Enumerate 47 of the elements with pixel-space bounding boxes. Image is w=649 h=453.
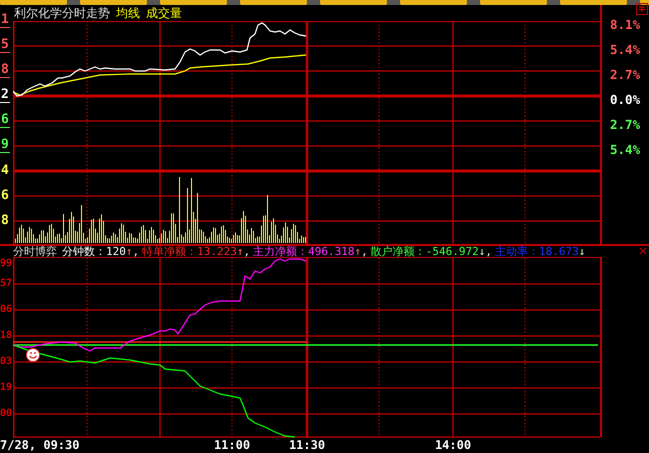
chart-title: 利尔化学分时走势: [14, 4, 110, 22]
legend-label: 成交量: [146, 4, 182, 22]
axis-label: 4: [0, 164, 10, 178]
axis-label: 8: [0, 214, 10, 228]
axis-label: 57: [0, 278, 12, 288]
axis-label: 18: [0, 330, 12, 340]
trend-arrow: ↓: [478, 246, 486, 257]
trend-arrow: ↑: [126, 246, 132, 257]
percent-label: 2.7%: [609, 117, 640, 132]
axis-label: 6: [0, 113, 10, 128]
percent-label: 5.4%: [609, 42, 640, 57]
trend-arrow: ↓: [578, 246, 586, 257]
close-icon[interactable]: [639, 247, 647, 255]
percent-label: 0.0%: [609, 92, 640, 107]
trend-arrow: ↑: [236, 246, 244, 257]
percent-label: 8.1%: [609, 17, 640, 32]
time-label: 7/28, 09:30: [0, 438, 80, 452]
indicator-readout: 特单净额：13.223: [142, 246, 237, 257]
axis-label: 8: [0, 63, 10, 78]
axis-label: 9: [0, 138, 10, 153]
time-label: 11:00: [212, 438, 252, 452]
indicator-readout: 主力净额：496.318: [253, 246, 354, 257]
separator: ,: [132, 246, 140, 257]
axis-label: 03: [0, 356, 12, 366]
time-label: 11:30: [288, 438, 326, 452]
smiley-icon: [26, 348, 40, 362]
indicator-readout: 散户净额：-546.972: [370, 246, 479, 257]
indicator-readout: 主动率：18.673: [494, 246, 579, 257]
axis-label: 06: [0, 304, 12, 314]
indicator-readout: 分钟数：120: [62, 246, 126, 257]
axis-label: 1: [0, 13, 10, 28]
time-label: 14:00: [434, 438, 472, 452]
percent-label: 5.4%: [609, 142, 640, 157]
axis-label: 2: [0, 88, 10, 103]
percent-label: 2.7%: [609, 67, 640, 82]
axis-label: 99: [0, 258, 12, 269]
separator: ,: [244, 246, 250, 257]
axis-label: 00: [0, 408, 12, 418]
axis-label: 5: [0, 38, 10, 53]
separator: ,: [485, 246, 492, 257]
separator: ,: [361, 246, 368, 257]
indicator-title: 分时博弈: [13, 246, 57, 257]
trend-arrow: ↑: [354, 246, 362, 257]
legend-label: 均线: [116, 4, 140, 22]
axis-label: 6: [0, 188, 10, 202]
menu-icon[interactable]: [636, 3, 648, 15]
axis-label: 19: [0, 382, 12, 392]
